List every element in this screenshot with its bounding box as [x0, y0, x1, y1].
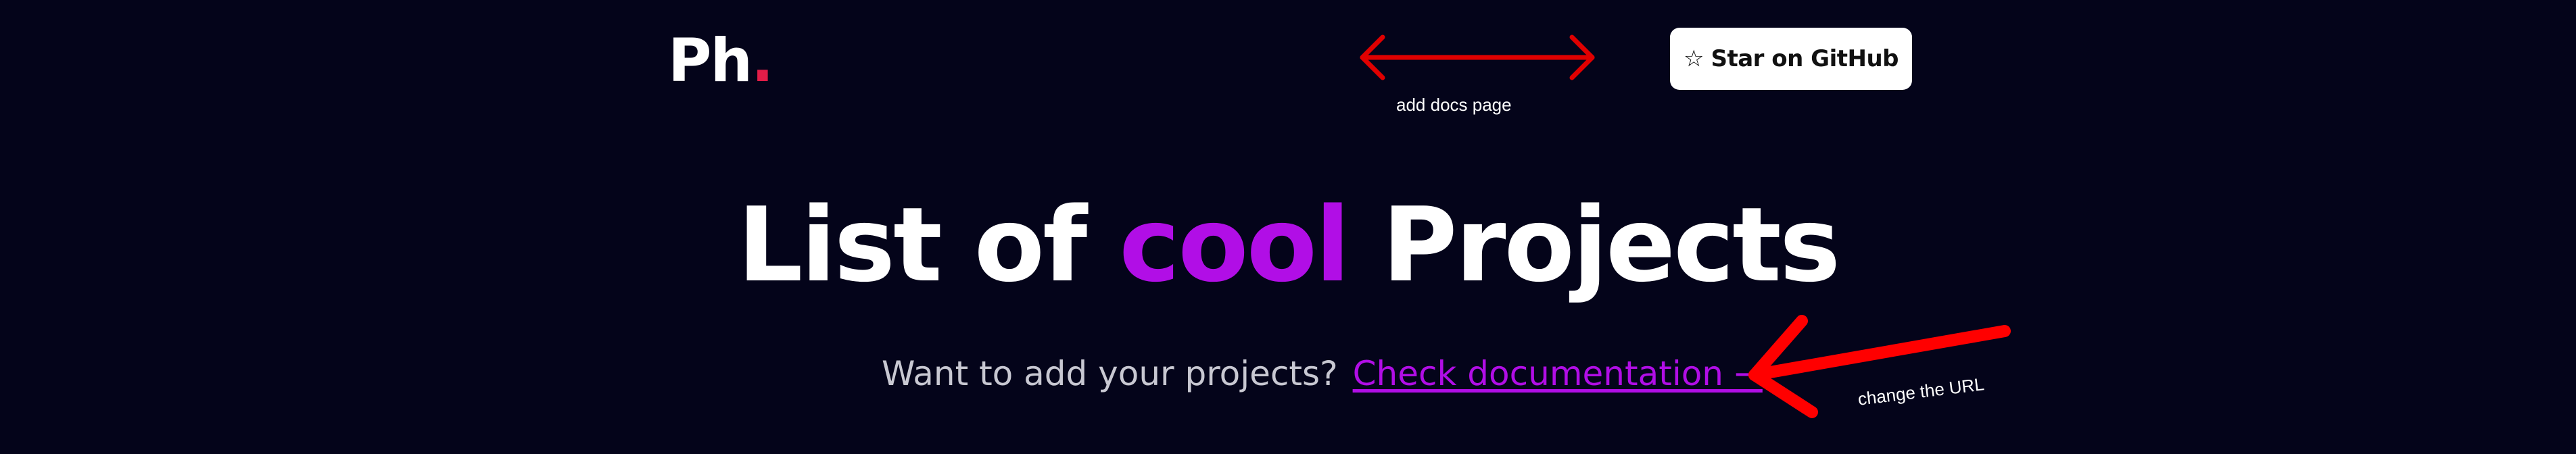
annotation-double-arrow — [1360, 34, 1595, 80]
check-documentation-link[interactable]: Check documentation → — [1353, 354, 1763, 393]
star-on-github-button[interactable]: ☆ Star on GitHub — [1670, 28, 1912, 90]
star-on-github-label: Star on GitHub — [1711, 45, 1899, 72]
page-title: List of cool Projects — [0, 188, 2576, 303]
title-part-2: Projects — [1348, 185, 1840, 305]
logo-dot: . — [751, 26, 773, 95]
site-logo[interactable]: Ph. — [668, 26, 774, 95]
title-highlight: cool — [1119, 185, 1350, 305]
annotation-note-docs: add docs page — [1396, 95, 1512, 115]
star-outline-icon: ☆ — [1684, 45, 1704, 72]
subtitle: Want to add your projects? Check document… — [882, 350, 1763, 397]
subtitle-question: Want to add your projects? — [882, 354, 1338, 393]
title-part-1: List of — [737, 185, 1120, 305]
annotation-arrow-url — [1748, 315, 2011, 418]
logo-text: Ph — [668, 26, 753, 95]
page: Ph. add docs page ☆ Star on GitHub List … — [0, 0, 2576, 454]
